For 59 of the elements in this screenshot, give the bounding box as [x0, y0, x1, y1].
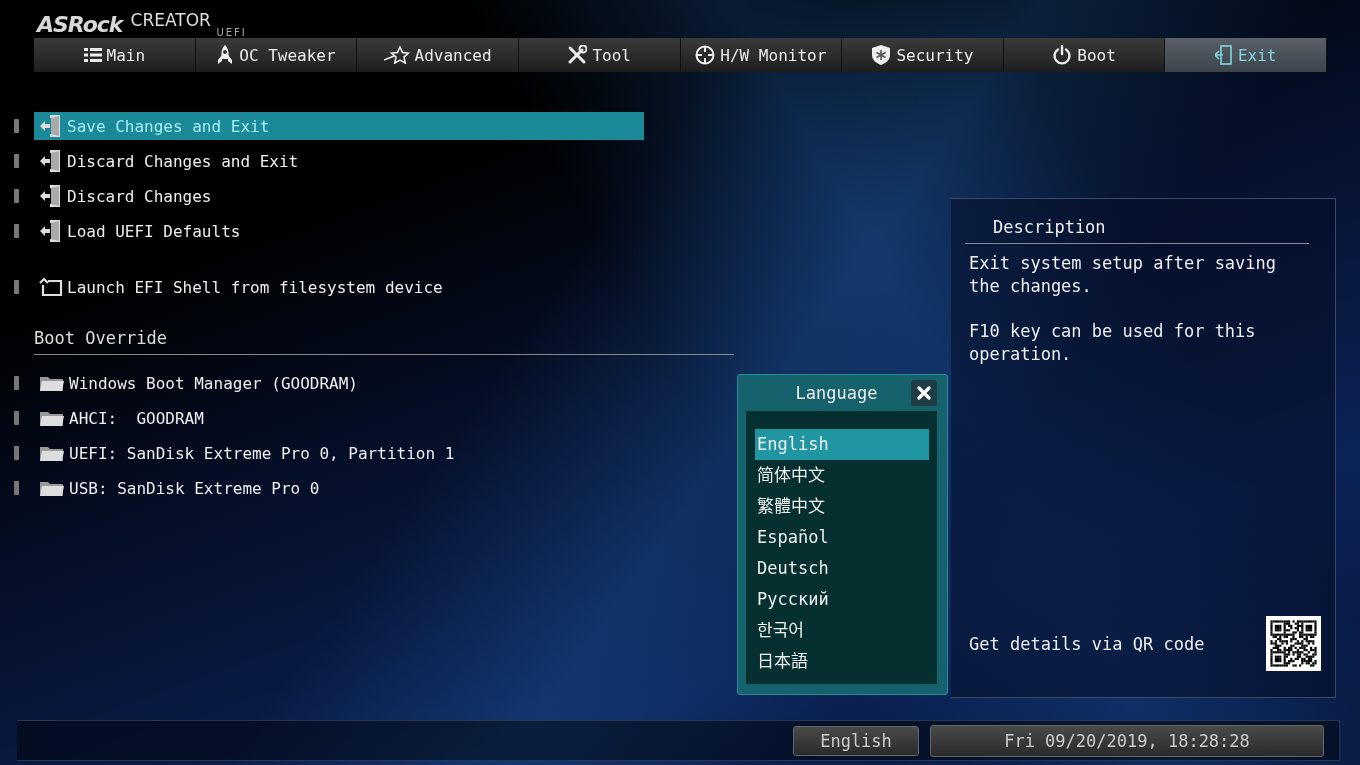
menu-item[interactable]: Windows Boot Manager (GOODRAM) [34, 369, 644, 397]
language-option[interactable]: Español [755, 522, 929, 553]
menu-item[interactable]: UEFI: SanDisk Extreme Pro 0, Partition 1 [34, 439, 644, 467]
menu-item[interactable]: Discard Changes [34, 182, 644, 210]
door-arrow-icon [39, 184, 63, 208]
series-name: CREATOR [130, 9, 211, 32]
language-option[interactable]: 한국어 [755, 615, 929, 646]
item-marker [14, 189, 19, 203]
item-marker [14, 446, 19, 460]
language-option[interactable]: 简体中文 [755, 460, 929, 491]
nav-tab[interactable]: Security [842, 38, 1004, 72]
menu-item[interactable]: Discard Changes and Exit [34, 147, 644, 175]
language-option[interactable]: 繁體中文 [755, 491, 929, 522]
description-text: Exit system setup after saving the changes. [969, 252, 1278, 298]
qr-caption: Get details via QR code [969, 633, 1205, 654]
star-icon [383, 46, 410, 64]
crosshair-icon [695, 45, 716, 65]
close-button[interactable] [911, 380, 937, 406]
nav-tab[interactable]: Advanced [357, 38, 519, 72]
language-option[interactable]: Русский [755, 584, 929, 615]
item-marker [14, 154, 19, 168]
item-marker [14, 411, 19, 425]
return-arrow-icon [39, 277, 63, 297]
nav-tab[interactable]: Boot [1003, 38, 1166, 72]
description-text: F10 key can be used for this operation. [969, 320, 1257, 366]
nav-tab[interactable]: Main [34, 38, 196, 72]
list-icon [83, 47, 102, 63]
dialog-title: Language [794, 383, 879, 403]
door-arrow-icon [39, 114, 63, 138]
item-marker [14, 280, 19, 294]
nav-tab[interactable]: Tool [518, 38, 681, 72]
section-heading: Boot Override [34, 328, 169, 350]
menu-item[interactable]: Launch EFI Shell from filesystem device [34, 273, 644, 301]
item-marker [14, 224, 19, 238]
door-icon [1214, 45, 1233, 65]
shield-icon [871, 45, 892, 65]
firmware-label: UEFI [216, 27, 247, 38]
qr-code-icon [1266, 616, 1321, 671]
item-marker [14, 481, 19, 495]
door-arrow-icon [39, 219, 63, 243]
item-marker [14, 376, 19, 390]
nav-tab[interactable]: H/W Monitor [680, 38, 843, 72]
nav-tab[interactable]: OC Tweaker [195, 38, 358, 72]
power-icon [1052, 45, 1073, 65]
menu-item[interactable]: USB: SanDisk Extreme Pro 0 [34, 474, 644, 502]
brand-logo: ASRock [37, 12, 123, 38]
item-marker [14, 119, 19, 133]
language-option[interactable]: 日本語 [755, 646, 929, 677]
menu-item[interactable]: AHCI: GOODRAM [34, 404, 644, 432]
tools-icon [567, 45, 588, 65]
language-option[interactable]: Deutsch [755, 553, 929, 584]
language-button[interactable]: English [793, 725, 919, 756]
nav-tab[interactable]: Exit [1165, 38, 1327, 72]
panel-title: Description [993, 217, 1107, 239]
date-time: Fri 09/20/2019, 18:28:28 [930, 724, 1324, 757]
menu-item[interactable]: Load UEFI Defaults [34, 217, 644, 245]
close-icon [917, 386, 931, 400]
door-arrow-icon [39, 149, 63, 173]
rocket-icon [216, 45, 235, 65]
